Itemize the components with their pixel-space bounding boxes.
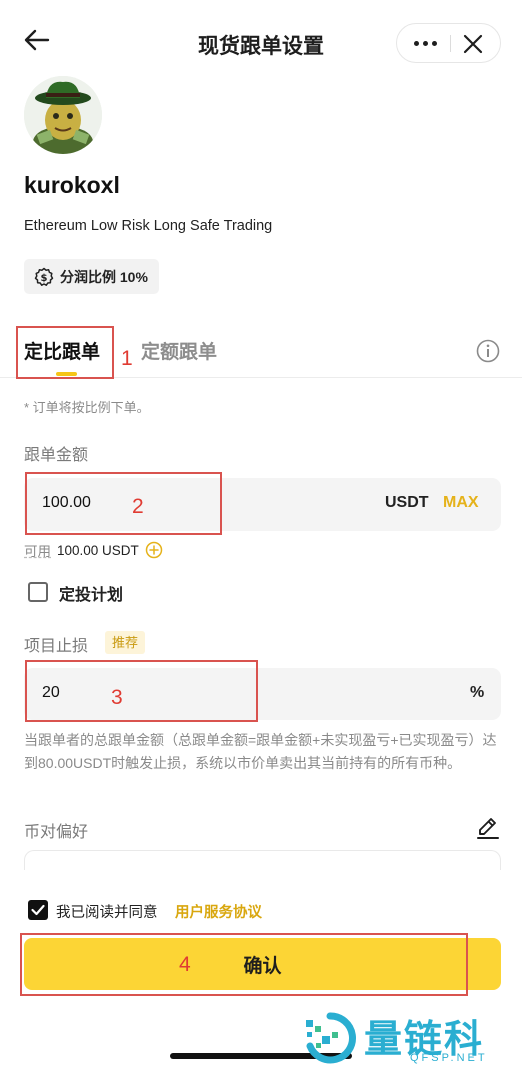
info-button[interactable] (476, 339, 500, 363)
annotation-box-3 (25, 660, 258, 722)
available-label: 可用 (24, 544, 51, 559)
annotation-box-4 (20, 933, 468, 996)
order-tip: * 订单将按比例下单。 (24, 400, 150, 415)
pair-preference-label: 币对偏好 (24, 824, 89, 841)
capsule-divider (450, 35, 451, 52)
edit-button[interactable] (475, 815, 501, 841)
profit-share-label: 分润比例 10% (60, 268, 148, 285)
dollar-gear-icon: $ (34, 267, 54, 286)
more-dots-icon[interactable] (407, 24, 443, 62)
annotation-box-2 (25, 472, 222, 535)
agreement-text: 我已阅读并同意 (56, 905, 158, 921)
dca-plan-checkbox[interactable] (28, 582, 48, 602)
user-service-agreement-link[interactable]: 用户服务协议 (175, 901, 262, 922)
mini-program-capsule (396, 23, 501, 63)
pencil-icon (477, 818, 499, 839)
stop-loss-unit: % (470, 684, 485, 701)
annotation-number-2: 2 (132, 495, 144, 518)
annotation-number-4: 4 (179, 953, 191, 976)
stop-loss-label: 项目止损 (24, 638, 89, 655)
max-button[interactable]: MAX (443, 494, 479, 512)
copy-amount-unit: USDT (385, 494, 429, 511)
close-icon (463, 34, 483, 54)
annotation-box-1 (16, 326, 114, 379)
checkmark-icon (31, 904, 45, 916)
trader-description: Ethereum Low Risk Long Safe Trading (24, 218, 273, 234)
available-balance: 可用 100.00 USDT (24, 540, 163, 560)
tab-fixed-amount-copy[interactable]: 定额跟单 (141, 337, 217, 364)
copy-amount-label: 跟单金额 (24, 447, 89, 464)
info-icon (476, 339, 500, 363)
agreement-checkbox[interactable] (28, 900, 48, 920)
profit-share-badge: $ 分润比例 10% (24, 259, 159, 294)
trader-avatar (24, 76, 102, 154)
watermark-logo-icon (306, 1012, 356, 1064)
add-circle-icon[interactable] (145, 541, 163, 559)
available-value: 100.00 USDT (57, 542, 139, 558)
annotation-number-3: 3 (111, 686, 123, 709)
recommend-badge: 推荐 (105, 631, 146, 654)
watermark: 量链科技 QFSP.NET (302, 1010, 517, 1066)
close-button[interactable] (459, 30, 487, 58)
svg-text:$: $ (41, 273, 48, 284)
stop-loss-description: 当跟单者的总跟单金额（总跟单金额=跟单金额+未实现盈亏+已实现盈亏）达到80.0… (24, 732, 497, 771)
trader-name: kurokoxl (24, 172, 120, 198)
watermark-subtext: QFSP.NET (410, 1052, 488, 1064)
pair-preference-box[interactable] (24, 850, 501, 870)
annotation-number-1: 1 (121, 347, 133, 370)
dca-plan-label: 定投计划 (59, 587, 124, 604)
